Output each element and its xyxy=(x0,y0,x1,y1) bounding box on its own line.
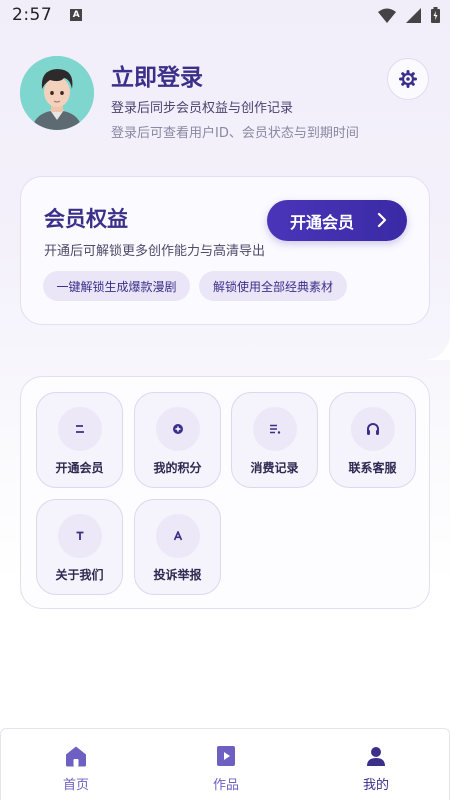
status-time: 2:57 xyxy=(12,5,53,25)
battery-icon xyxy=(431,7,440,23)
about-icon xyxy=(58,514,102,558)
grid-item-label: 关于我们 xyxy=(55,568,104,582)
member-icon xyxy=(58,407,102,451)
open-membership-button[interactable]: 开通会员 xyxy=(267,200,407,241)
home-icon xyxy=(66,746,86,767)
grid-item-my-points[interactable]: 我的积分 xyxy=(134,392,221,488)
chevron-right-icon xyxy=(377,212,387,228)
status-icons xyxy=(378,7,440,23)
settings-button[interactable] xyxy=(387,58,429,100)
member-title: 会员权益 xyxy=(44,207,128,231)
login-hint: 登录后可查看用户ID、会员状态与到期时间 xyxy=(111,126,359,141)
grid-item-label: 我的积分 xyxy=(153,461,202,475)
avatar-illustration xyxy=(20,56,94,130)
member-description: 开通后可解锁更多创作能力与高清导出 xyxy=(44,244,266,259)
benefit-pill: 一键解锁生成爆款漫剧 xyxy=(43,271,190,301)
notification-icon: A xyxy=(70,9,83,21)
member-benefits-card: 会员权益 开通后可解锁更多创作能力与高清导出 开通会员 一键解锁生成爆款漫剧 解… xyxy=(20,176,430,325)
grid-item-complaint-report[interactable]: 投诉举报 xyxy=(134,499,221,595)
bottom-navigation: 首页 作品 我的 xyxy=(0,728,450,800)
function-grid-card: 开通会员 我的积分 消费记录 联系客服 关于我们 投诉举报 xyxy=(20,376,430,609)
grid-item-label: 投诉举报 xyxy=(153,568,202,582)
benefit-pill: 解锁使用全部经典素材 xyxy=(199,271,347,301)
grid-item-customer-service[interactable]: 联系客服 xyxy=(329,392,416,488)
points-icon xyxy=(156,407,200,451)
signal-icon xyxy=(406,7,421,23)
wifi-icon xyxy=(378,8,396,23)
avatar[interactable] xyxy=(20,56,94,130)
grid-item-label: 开通会员 xyxy=(55,461,104,475)
grid-item-consumption-records[interactable]: 消费记录 xyxy=(231,392,318,488)
status-bar: 2:57 A xyxy=(0,0,450,30)
grid-item-about-us[interactable]: 关于我们 xyxy=(36,499,123,595)
gear-icon xyxy=(399,70,417,88)
grid-item-label: 联系客服 xyxy=(348,461,397,475)
nav-label: 作品 xyxy=(212,778,239,793)
grid-item-label: 消费记录 xyxy=(250,461,299,475)
report-icon xyxy=(156,514,200,558)
nav-item-works[interactable]: 作品 xyxy=(151,729,301,800)
profile-icon xyxy=(367,747,385,766)
nav-item-home[interactable]: 首页 xyxy=(1,729,151,800)
works-icon xyxy=(217,746,235,766)
nav-label: 首页 xyxy=(62,778,89,793)
login-subtitle: 登录后同步会员权益与创作记录 xyxy=(111,101,294,116)
nav-label: 我的 xyxy=(362,778,389,793)
open-membership-label: 开通会员 xyxy=(290,212,355,232)
nav-item-mine[interactable]: 我的 xyxy=(301,729,450,800)
headset-icon xyxy=(351,407,395,451)
records-icon xyxy=(253,407,297,451)
grid-item-open-membership[interactable]: 开通会员 xyxy=(36,392,123,488)
login-title[interactable]: 立即登录 xyxy=(111,58,203,92)
